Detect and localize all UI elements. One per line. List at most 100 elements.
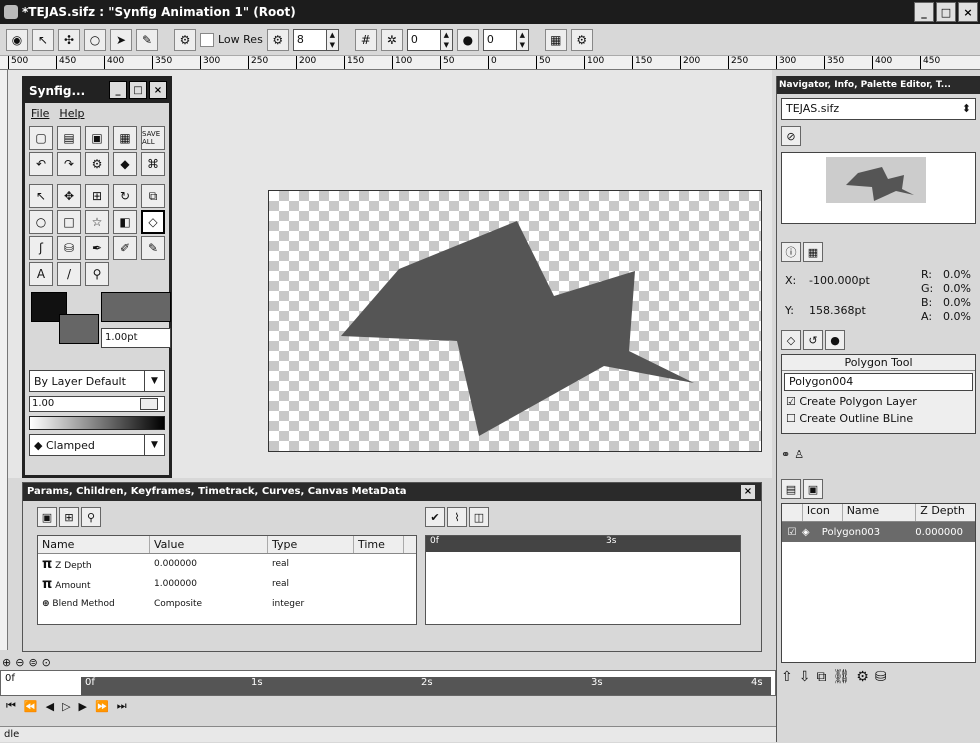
layers-tab-icon[interactable]: ▤ (781, 479, 801, 499)
smooth-move-tool-icon[interactable]: ✥ (57, 184, 81, 208)
save-as-icon[interactable]: ▦ (113, 126, 137, 150)
scale-tool-icon[interactable]: ⊞ (85, 184, 109, 208)
toolbox-close-button[interactable]: × (149, 81, 167, 99)
settings-icon[interactable]: ⚙ (856, 669, 869, 685)
smooth-move-icon[interactable]: ✣ (58, 28, 80, 51)
duplicate-layer-icon[interactable]: ⧉ (816, 669, 826, 685)
zoom-in-icon[interactable]: ⊕ (2, 656, 11, 669)
current-frame-field[interactable]: 0f (5, 673, 15, 684)
polygon-tool-icon[interactable]: ◇ (141, 210, 165, 234)
col-type[interactable]: Type (268, 536, 354, 553)
next-frame-icon[interactable]: ▶ (79, 700, 87, 713)
play-icon[interactable]: ▷ (62, 700, 70, 713)
open-file-icon[interactable]: ▤ (57, 126, 81, 150)
quality-icon[interactable]: ⚙ (266, 28, 289, 51)
brush-width-field[interactable]: 1.00pt (101, 328, 171, 348)
fill-color-swatch[interactable] (59, 314, 99, 344)
toolbox-minimize-button[interactable]: _ (109, 81, 127, 99)
draw-tool-icon[interactable]: ✒ (85, 236, 109, 260)
children-tab-icon[interactable]: ⊞ (59, 507, 79, 527)
lower-layer-icon[interactable]: ⇩ (799, 669, 811, 685)
col-icon[interactable]: Icon (801, 504, 842, 521)
render-icon[interactable]: ⚙ (174, 28, 196, 51)
encapsulate-icon[interactable]: ⛓ (832, 669, 850, 685)
table-row[interactable]: ⊕ Blend Method Composite integer (38, 594, 416, 614)
zoom-100-icon[interactable]: ⊙ (42, 656, 51, 669)
transform-tool-icon[interactable]: ↖ (29, 184, 53, 208)
layer-active-checkbox[interactable]: ☑ (782, 527, 802, 538)
col-time[interactable]: Time (354, 536, 404, 553)
canvas-frame[interactable] (268, 190, 762, 452)
save-icon[interactable]: ▣ (85, 126, 109, 150)
prev-frame-icon[interactable]: ◀ (46, 700, 54, 713)
timetrack[interactable]: 0f 3s (425, 535, 741, 625)
grid-icon[interactable]: # (354, 28, 377, 51)
sets-tab-icon[interactable]: ▣ (803, 479, 823, 499)
render-settings-icon[interactable]: ⚙ (570, 28, 593, 51)
onion-skin-icon[interactable]: ● (456, 28, 479, 51)
col-name[interactable]: Name (38, 536, 150, 553)
preview-icon[interactable]: ▦ (544, 28, 567, 51)
delete-layer-icon[interactable]: ⛁ (875, 669, 887, 685)
close-button[interactable]: × (958, 2, 978, 22)
new-file-icon[interactable]: ▢ (29, 126, 53, 150)
interpolation-select[interactable]: ◆ Clamped ▼ (29, 434, 165, 456)
circle-tool-icon[interactable]: ○ (84, 28, 106, 51)
zoom-out-icon[interactable]: ⊖ (15, 656, 24, 669)
fill-tool-icon[interactable]: ⛁ (57, 236, 81, 260)
zoom-tool-icon[interactable]: ⚲ (85, 262, 109, 286)
next-keyframe-icon[interactable]: ⏩ (95, 700, 109, 713)
preview-icon[interactable]: ⌘ (141, 152, 165, 176)
render-icon[interactable]: ◆ (113, 152, 137, 176)
polygon-shape[interactable] (269, 191, 763, 453)
snap-icon[interactable]: ✲ (380, 28, 403, 51)
navigator-tab-icon[interactable]: ⊘ (781, 126, 801, 146)
col-name[interactable]: Name (841, 504, 916, 521)
maximize-button[interactable]: □ (936, 2, 956, 22)
minimize-button[interactable]: _ (914, 2, 934, 22)
toolbox-maximize-button[interactable]: □ (129, 81, 147, 99)
close-icon[interactable]: × (741, 485, 755, 499)
draw-icon[interactable]: ✎ (136, 28, 158, 51)
gradient-tool-icon[interactable]: ◧ (113, 210, 137, 234)
link-icon[interactable]: ⚭ (781, 448, 790, 461)
menu-help[interactable]: Help (59, 107, 84, 120)
undo-icon[interactable]: ↶ (29, 152, 53, 176)
star-tool-icon[interactable]: ☆ (85, 210, 109, 234)
low-res-checkbox[interactable] (200, 32, 214, 47)
params-tab-icon[interactable]: ▣ (37, 507, 57, 527)
opacity-slider[interactable]: 1.00 (29, 396, 165, 412)
create-polygon-layer-option[interactable]: ☑ Create Polygon Layer (782, 393, 975, 410)
menu-file[interactable]: File (31, 107, 49, 120)
canvas-select[interactable]: TEJAS.sifz ⬍ (781, 98, 976, 120)
quality-field[interactable]: 8 ▲ ▼ (292, 28, 339, 51)
sketch-tool-icon[interactable]: ✐ (113, 236, 137, 260)
setup-icon[interactable]: ⚙ (85, 152, 109, 176)
gradient-swatch[interactable] (101, 292, 171, 322)
redo-icon[interactable]: ↷ (57, 152, 81, 176)
keyframes-tab-icon[interactable]: ⚲ (81, 507, 101, 527)
zoom-fit-icon[interactable]: ⊜ (28, 656, 37, 669)
metadata-tab-icon[interactable]: ◫ (469, 507, 489, 527)
raise-layer-icon[interactable]: ⇧ (781, 669, 793, 685)
col-z-depth[interactable]: Z Depth (915, 504, 975, 521)
default-gradient[interactable] (29, 416, 165, 430)
person-icon[interactable]: ♙ (794, 448, 804, 461)
col-value[interactable]: Value (150, 536, 268, 553)
eyedropper-tool-icon[interactable]: ✎ (141, 236, 165, 260)
create-outline-bline-option[interactable]: ☐ Create Outline BLine (782, 410, 975, 427)
navigator-preview[interactable] (781, 152, 976, 224)
history-tab-icon[interactable]: ↺ (803, 330, 823, 350)
prev-keyframe-icon[interactable]: ⏪ (24, 700, 38, 713)
seek-begin-icon[interactable]: ⏮ (6, 699, 16, 713)
blend-method-select[interactable]: By Layer Default ▼ (29, 370, 165, 392)
table-row[interactable]: π Z Depth 0.000000 real (38, 554, 416, 574)
text-tool-icon[interactable]: A (29, 262, 53, 286)
transform-icon[interactable]: ↖ (32, 28, 54, 51)
rotate-tool-icon[interactable]: ↻ (113, 184, 137, 208)
future-onion-field[interactable]: 0 ▲ ▼ (482, 28, 529, 51)
spline-tool-icon[interactable]: ʃ (29, 236, 53, 260)
timetrack-tab-icon[interactable]: ✔ (425, 507, 445, 527)
table-row[interactable]: π Amount 1.000000 real (38, 574, 416, 594)
info-tab-icon[interactable]: ⓘ (781, 242, 801, 262)
